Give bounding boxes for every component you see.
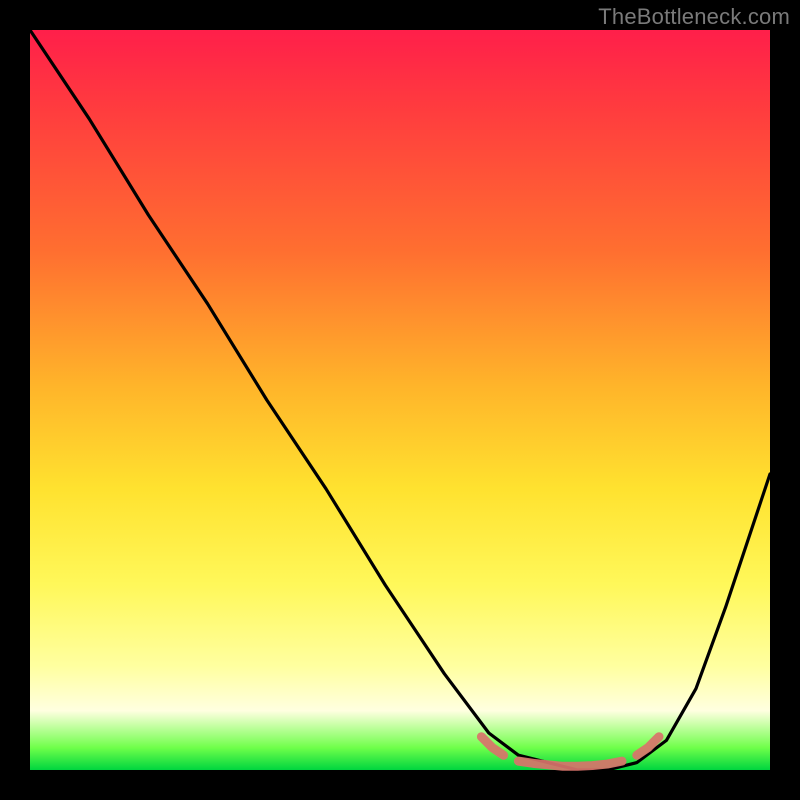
attribution-label: TheBottleneck.com <box>598 4 790 30</box>
chart-frame: TheBottleneck.com <box>0 0 800 800</box>
flat-marker-mid <box>518 761 622 766</box>
plot-area <box>30 30 770 770</box>
chart-svg <box>30 30 770 770</box>
flat-marker-right <box>637 737 659 756</box>
curve-line <box>30 30 770 770</box>
flat-marker-left <box>481 737 503 756</box>
